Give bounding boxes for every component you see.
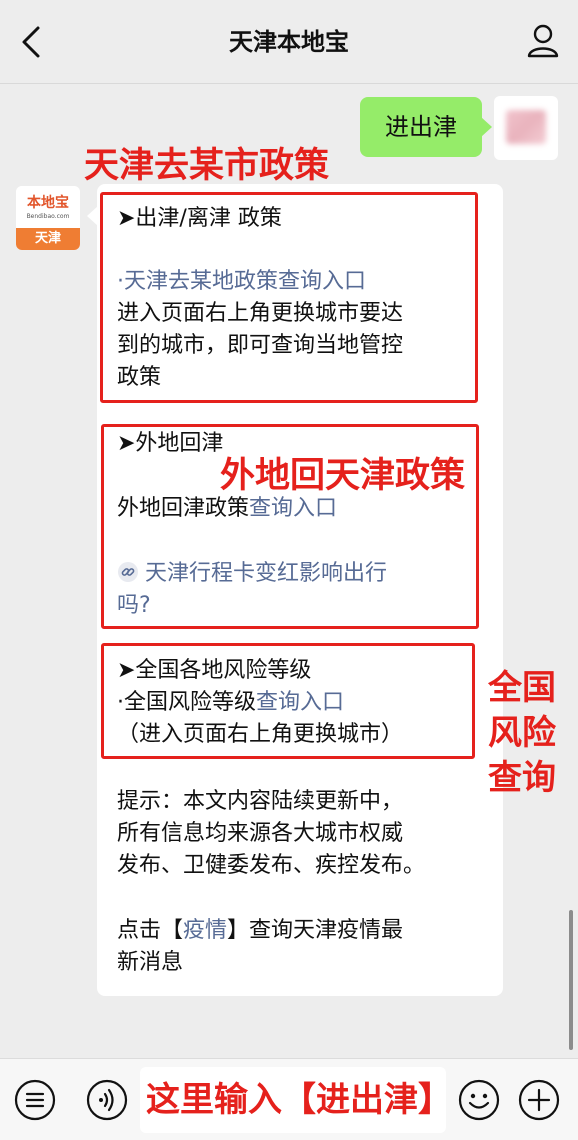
annotation-risk-line: 查询 xyxy=(488,758,556,798)
menu-list-icon[interactable] xyxy=(14,1079,56,1121)
plus-icon[interactable] xyxy=(518,1079,560,1121)
avatar-city: 天津 xyxy=(16,228,80,250)
input-hint-annotation: 这里输入【进出津】 xyxy=(146,1080,452,1120)
tip-line: 发布、卫健委发布、疾控发布。 xyxy=(117,853,426,878)
avatar-brand: 本地宝 xyxy=(27,195,69,211)
annotation-risk-line: 全国 xyxy=(488,668,556,708)
annotation-risk-line: 风险 xyxy=(488,713,556,753)
footer-suffix: 】查询天津疫情最 xyxy=(227,918,404,943)
scrollbar[interactable] xyxy=(569,910,573,1050)
voice-icon[interactable] xyxy=(86,1079,128,1121)
tip-line: 所有信息均来源各大城市权威 xyxy=(117,821,404,846)
person-icon[interactable] xyxy=(526,22,560,60)
avatar-domain: Bendibao.com xyxy=(26,213,70,220)
annotation-leave-policy: 天津去某市政策 xyxy=(84,146,330,186)
footer-line: 点击【疫情】查询天津疫情最 xyxy=(117,915,403,947)
bot-avatar[interactable]: 本地宝 Bendibao.com 天津 xyxy=(16,186,80,250)
highlight-box-section1 xyxy=(100,192,478,403)
input-toolbar: 这里输入【进出津】 xyxy=(0,1058,578,1140)
footer-line2: 新消息 xyxy=(117,950,184,975)
user-message-text: 进出津 xyxy=(385,113,457,141)
footer-prefix: 点击【 xyxy=(117,918,184,943)
annotation-risk-query: 全国 风险 查询 xyxy=(488,666,556,801)
page-title: 天津本地宝 xyxy=(229,28,349,56)
tip-line: 提示：本文内容陆续更新中， xyxy=(117,789,404,814)
user-avatar[interactable] xyxy=(494,96,558,160)
footer-keyword-link[interactable]: 疫情 xyxy=(183,918,227,943)
highlight-box-section3 xyxy=(101,643,475,759)
user-message-bubble: 进出津 xyxy=(360,97,492,157)
emoji-icon[interactable] xyxy=(458,1079,500,1121)
annotation-return-policy: 外地回天津政策 xyxy=(220,456,466,496)
navigation-bar: 天津本地宝 xyxy=(0,0,578,84)
avatar-image xyxy=(506,110,546,144)
